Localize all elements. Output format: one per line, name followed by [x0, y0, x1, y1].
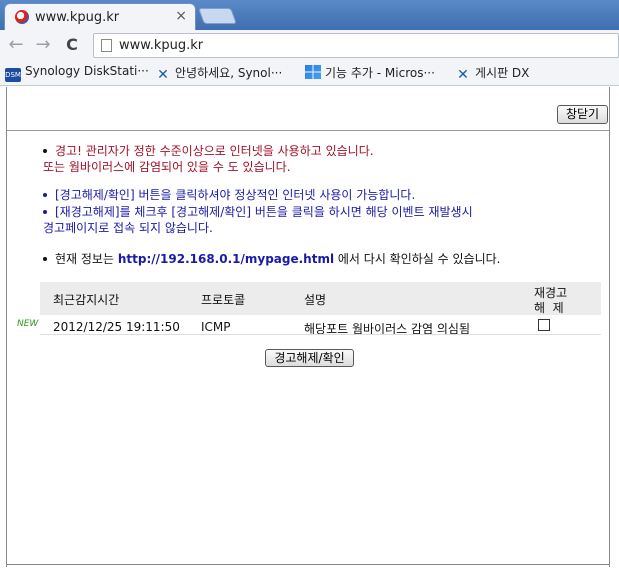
bookmark-label: Synology DiskStati···: [25, 64, 149, 78]
status-line: 현재 정보는 http://192.168.0.1/mypage.html 에서…: [43, 250, 501, 267]
page-content: 창닫기 경고! 관리자가 정한 수준이상으로 인터넷을 사용하고 있습니다. 또…: [0, 87, 619, 570]
column-header-protocol: 프로토콜: [201, 293, 246, 307]
bookmark-label: 게시판 DX: [475, 66, 530, 80]
back-arrow-icon[interactable]: ←: [6, 35, 26, 55]
browser-tab[interactable]: www.kpug.kr ×: [4, 3, 196, 30]
column-header-description: 설명: [304, 293, 327, 307]
frame-border: [609, 87, 610, 567]
tab-close-icon[interactable]: ×: [175, 8, 187, 24]
browser-toolbar: ← → C www.kpug.kr: [0, 30, 619, 60]
bookmark-synology[interactable]: DSM Synology DiskStati···: [5, 64, 149, 82]
address-url: www.kpug.kr: [119, 38, 204, 53]
close-window-button[interactable]: 창닫기: [557, 105, 608, 124]
bookmark-board-dx[interactable]: ✕ 게시판 DX: [455, 64, 529, 82]
column-header-rewarn: 해 제: [534, 301, 564, 315]
info-line: [경고해제/확인] 버튼을 클릭하셔야 정상적인 인터넷 사용이 가능합니다.: [43, 186, 415, 203]
bullet-icon: [43, 149, 47, 153]
address-bar[interactable]: www.kpug.kr: [93, 33, 619, 58]
column-header-time: 최근감지시간: [53, 293, 120, 307]
bookmark-synology-hello[interactable]: ✕ 안녕하세요, Synol···: [155, 64, 282, 82]
row-protocol: ICMP: [201, 320, 231, 334]
bookmark-microsoft[interactable]: 기능 추가 - Micros···: [305, 64, 435, 82]
site-favicon-icon: [15, 10, 29, 24]
info-line: [재경고해제]를 체크후 [경고해제/확인] 버튼을 클릭을 하시면 해당 이벤…: [43, 203, 473, 220]
bullet-icon: [43, 257, 47, 261]
new-badge: NEW: [17, 319, 39, 329]
confirm-button[interactable]: 경고해제/확인: [265, 349, 354, 367]
bullet-icon: [43, 193, 47, 197]
tab-strip: www.kpug.kr ×: [0, 0, 619, 30]
bookmark-label: 기능 추가 - Micros···: [325, 66, 435, 80]
mypage-link[interactable]: http://192.168.0.1/mypage.html: [118, 252, 334, 266]
table-divider: [40, 334, 601, 335]
new-tab-button[interactable]: [198, 8, 237, 24]
info-line: 경고페이지로 접속 되지 않습니다.: [43, 221, 213, 235]
x-icon: ✕: [457, 67, 469, 83]
x-icon: ✕: [157, 67, 169, 83]
warning-line: 또는 웜바이러스에 감염되어 있을 수 도 있습니다.: [43, 160, 291, 174]
forward-arrow-icon[interactable]: →: [33, 35, 53, 55]
bullet-icon: [43, 210, 47, 214]
reload-icon[interactable]: C: [62, 35, 82, 55]
bookmarks-bar: DSM Synology DiskStati··· ✕ 안녕하세요, Synol··…: [0, 60, 619, 86]
tab-title: www.kpug.kr: [35, 10, 120, 25]
windows-icon: [305, 65, 321, 79]
bookmark-label: 안녕하세요, Synol···: [175, 66, 283, 80]
frame-border: [6, 564, 610, 565]
rewarn-checkbox[interactable]: [538, 319, 550, 331]
warning-line: 경고! 관리자가 정한 수준이상으로 인터넷을 사용하고 있습니다.: [43, 142, 374, 159]
page-icon: [101, 39, 112, 52]
row-time: 2012/12/25 19:11:50: [53, 320, 180, 334]
dsm-icon: DSM: [5, 68, 21, 82]
